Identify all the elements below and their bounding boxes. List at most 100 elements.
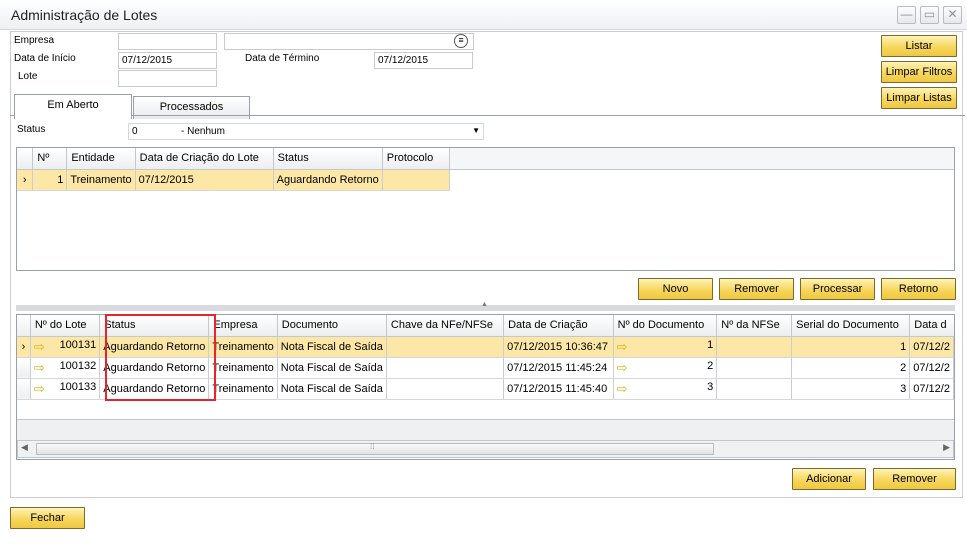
col-data-criacao[interactable]: Data de Criação — [503, 315, 614, 337]
cell-data: 07/12/2015 10:36:47 — [503, 336, 614, 358]
minimize-icon[interactable]: — — [897, 6, 916, 24]
tab-panel-border — [10, 115, 965, 116]
lote-label: Lote — [18, 71, 38, 82]
row-selector-icon[interactable]: › — [17, 169, 34, 191]
link-arrow-icon[interactable]: ⇨ — [34, 360, 45, 375]
data-termino-input[interactable]: 07/12/2015 — [374, 52, 473, 69]
cell-data2: 07/12/2 — [909, 378, 954, 400]
table-row[interactable]: › 1 Treinamento 07/12/2015 Aguardando Re… — [17, 169, 954, 191]
col-entidade[interactable]: Entidade — [66, 148, 136, 170]
retorno-button[interactable]: Retorno — [881, 278, 956, 300]
list-choose-icon[interactable]: ≡ — [454, 34, 468, 48]
cell-data: 07/12/2015 11:45:40 — [503, 378, 614, 400]
link-arrow-icon[interactable]: ⇨ — [34, 381, 45, 396]
col-protocolo[interactable]: Protocolo — [382, 148, 450, 170]
cell-serial: 1 — [791, 336, 911, 358]
novo-button[interactable]: Novo — [638, 278, 713, 300]
scroll-right-icon[interactable]: ▶ — [943, 442, 950, 453]
link-arrow-icon[interactable]: ⇨ — [617, 381, 628, 396]
col-num[interactable]: Nº — [32, 148, 68, 170]
col-num-documento[interactable]: Nº do Documento — [613, 315, 718, 337]
cell-chave — [386, 378, 505, 400]
data-termino-label: Data de Término — [245, 53, 320, 64]
limpar-filtros-button[interactable]: Limpar Filtros — [881, 61, 957, 83]
scroll-left-icon[interactable]: ◀ — [21, 442, 28, 453]
row-selector[interactable] — [17, 378, 31, 400]
cell-num: 1 — [32, 169, 68, 191]
cell-lote[interactable]: ⇨ 100133 — [30, 378, 101, 400]
processar-button[interactable]: Processar — [800, 278, 875, 300]
cell-chave — [386, 336, 505, 358]
cell-num-doc[interactable]: ⇨ 2 — [613, 357, 718, 379]
window-titlebar: Administração de Lotes — ▭ ✕ — [0, 0, 967, 30]
col-chave[interactable]: Chave da NFe/NFSe — [386, 315, 505, 337]
horizontal-scrollbar[interactable]: ◀ ⁞⁞ ▶ — [17, 440, 954, 458]
link-arrow-icon[interactable]: ⇨ — [617, 339, 628, 354]
splitter-up-icon[interactable]: ▲ — [481, 301, 488, 308]
cell-data: 07/12/2015 11:45:24 — [503, 357, 614, 379]
empresa-name-input[interactable] — [224, 33, 474, 50]
fechar-button[interactable]: Fechar — [10, 507, 85, 529]
cell-empresa: Treinamento — [208, 357, 278, 379]
cell-chave — [386, 357, 505, 379]
status-column-highlight — [105, 314, 216, 401]
col-data-criacao-lote[interactable]: Data de Criação do Lote — [135, 148, 274, 170]
cell-lote[interactable]: ⇨ 100132 — [30, 357, 101, 379]
cell-nfse — [716, 378, 793, 400]
status-select[interactable]: 0 - Nenhum ▼ — [128, 123, 484, 140]
col-documento[interactable]: Documento — [277, 315, 387, 337]
cell-empresa: Treinamento — [208, 336, 278, 358]
remover-documento-button[interactable]: Remover — [873, 468, 956, 490]
cell-entidade: Treinamento — [66, 169, 136, 191]
col-filler — [449, 148, 954, 170]
data-inicio-label: Data de Início — [14, 53, 76, 64]
grid-empty-area — [17, 419, 954, 441]
cell-documento: Nota Fiscal de Saída — [277, 378, 387, 400]
lotes-table: Nº Entidade Data de Criação do Lote Stat… — [17, 148, 954, 191]
lotes-grid: Nº Entidade Data de Criação do Lote Stat… — [16, 147, 955, 271]
col-status[interactable]: Status — [273, 148, 383, 170]
cell-lote[interactable]: ⇨ 100131 — [30, 336, 101, 358]
data-inicio-input[interactable]: 07/12/2015 — [118, 52, 217, 69]
link-arrow-icon[interactable]: ⇨ — [617, 360, 628, 375]
cell-documento: Nota Fiscal de Saída — [277, 357, 387, 379]
col-data-d[interactable]: Data d — [909, 315, 954, 337]
chevron-down-icon[interactable]: ▼ — [472, 125, 480, 137]
cell-filler — [449, 169, 954, 190]
cell-nfse — [716, 357, 793, 379]
row-selector[interactable] — [17, 357, 31, 379]
listar-button[interactable]: Listar — [881, 35, 957, 57]
status-text: - Nenhum — [181, 126, 225, 137]
empresa-code-input[interactable] — [118, 33, 217, 50]
cell-serial: 3 — [791, 378, 911, 400]
adicionar-button[interactable]: Adicionar — [792, 468, 866, 490]
col-empresa[interactable]: Empresa — [208, 315, 278, 337]
row-header-corner — [17, 148, 34, 170]
maximize-icon[interactable]: ▭ — [920, 6, 939, 24]
cell-protocolo — [382, 169, 450, 191]
grip-icon: ⁞⁞ — [370, 442, 375, 451]
tab-em-aberto[interactable]: Em Aberto — [14, 94, 132, 119]
cell-num-doc[interactable]: ⇨ 3 — [613, 378, 718, 400]
col-serial[interactable]: Serial do Documento — [791, 315, 911, 337]
status-code: 0 — [132, 126, 138, 137]
cell-status: Aguardando Retorno — [273, 169, 383, 191]
row-header-corner — [17, 315, 31, 337]
col-num-nfse[interactable]: Nº da NFSe — [716, 315, 793, 337]
cell-data2: 07/12/2 — [909, 336, 954, 358]
grid-splitter[interactable]: ▲ — [16, 301, 955, 311]
empresa-label: Empresa — [14, 35, 55, 46]
close-icon[interactable]: ✕ — [943, 6, 962, 24]
cell-nfse — [716, 336, 793, 358]
col-num-lote[interactable]: Nº do Lote — [30, 315, 101, 337]
remover-lote-button[interactable]: Remover — [719, 278, 794, 300]
status-label: Status — [17, 124, 46, 135]
limpar-listas-button[interactable]: Limpar Listas — [881, 87, 957, 109]
cell-data: 07/12/2015 — [135, 169, 274, 191]
link-arrow-icon[interactable]: ⇨ — [34, 339, 45, 354]
lote-input[interactable] — [118, 70, 217, 87]
window-title: Administração de Lotes — [11, 7, 158, 23]
row-selector-icon[interactable]: › — [17, 336, 31, 358]
scroll-thumb[interactable]: ⁞⁞ — [36, 442, 714, 455]
cell-num-doc[interactable]: ⇨ 1 — [613, 336, 718, 358]
